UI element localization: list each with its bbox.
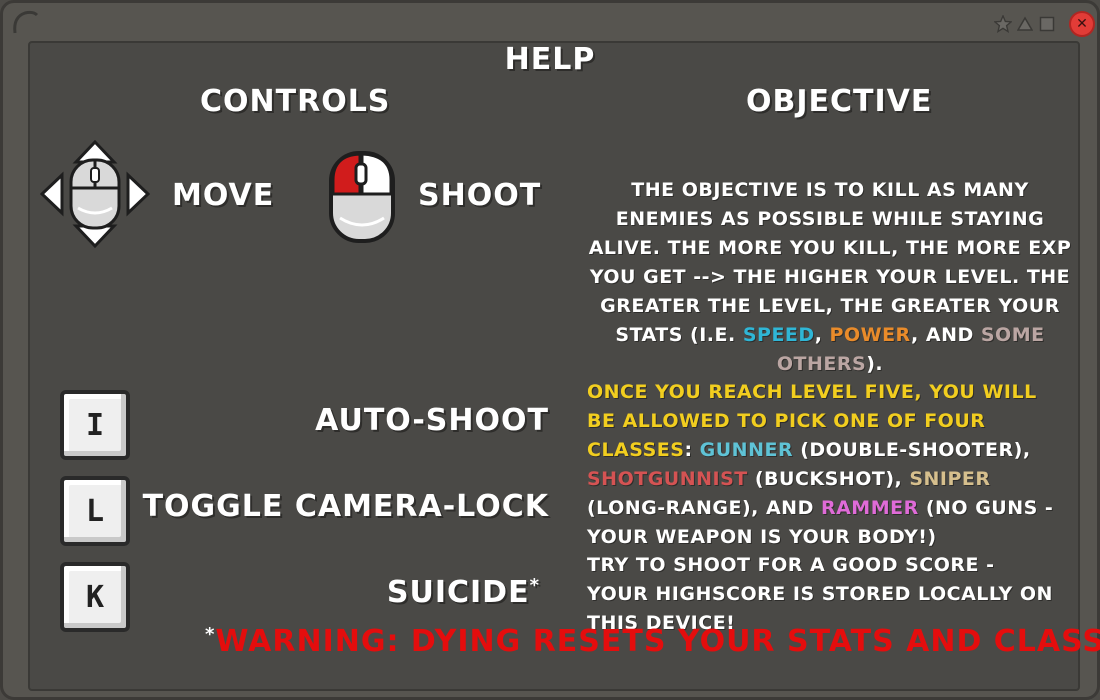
class-sniper: SNIPER [909,468,991,490]
controls-heading: CONTROLS [200,84,391,119]
objective-text: THE OBJECTIVE IS TO KILL AS MANY ENEMIES… [588,179,1072,346]
shoot-label: SHOOT [418,178,542,213]
move-label: MOVE [172,178,275,213]
close-button[interactable]: ✕ [1069,11,1095,37]
corner-ornament-icon [13,10,39,34]
speed-stat: SPEED [742,324,815,346]
auto-shoot-label: AUTO-SHOOT [315,403,549,438]
triangle-icon[interactable] [1015,14,1035,34]
objective-and: , AND [911,324,981,346]
help-title: HELP [504,42,596,77]
key-l: L [60,476,130,546]
classes-paragraph: ONCE YOU REACH LEVEL FIVE, YOU WILL BE A… [587,378,1067,552]
window-controls: ✕ [993,11,1095,37]
class-rammer: RAMMER [820,497,919,519]
class-gunner: GUNNER [699,439,794,461]
mouse-move-icon [40,140,150,248]
window-titlebar[interactable]: ✕ [3,3,1100,41]
objective-paragraph: THE OBJECTIVE IS TO KILL AS MANY ENEMIES… [585,176,1075,379]
objective-end: ). [866,353,884,375]
toggle-camera-lock-label: TOGGLE CAMERA-LOCK [142,489,549,524]
star-icon[interactable] [993,14,1013,34]
key-k: K [60,562,130,632]
class-shotgunnist: SHOTGUNNIST [587,468,748,490]
classes-colon: : [684,439,700,461]
suicide-text: SUICIDE [386,575,530,610]
warning-asterisk: * [205,624,216,645]
square-icon[interactable] [1037,14,1057,34]
objective-comma: , [814,324,830,346]
class-gunner-desc: (DOUBLE-SHOOTER), [793,439,1031,461]
class-shotgunnist-desc: (BUCKSHOT), [747,468,910,490]
class-sniper-desc: (LONG-RANGE), AND [587,497,821,519]
warning-text: *WARNING: DYING RESETS YOUR STATS AND CL… [205,624,1100,659]
suicide-asterisk: * [529,575,540,596]
objective-heading: OBJECTIVE [746,84,933,119]
mouse-left-click-icon [329,151,395,243]
warning-message: WARNING: DYING RESETS YOUR STATS AND CLA… [215,624,1100,659]
power-stat: POWER [829,324,912,346]
suicide-label: SUICIDE* [387,575,540,610]
key-i: I [60,390,130,460]
close-icon: ✕ [1076,16,1088,32]
